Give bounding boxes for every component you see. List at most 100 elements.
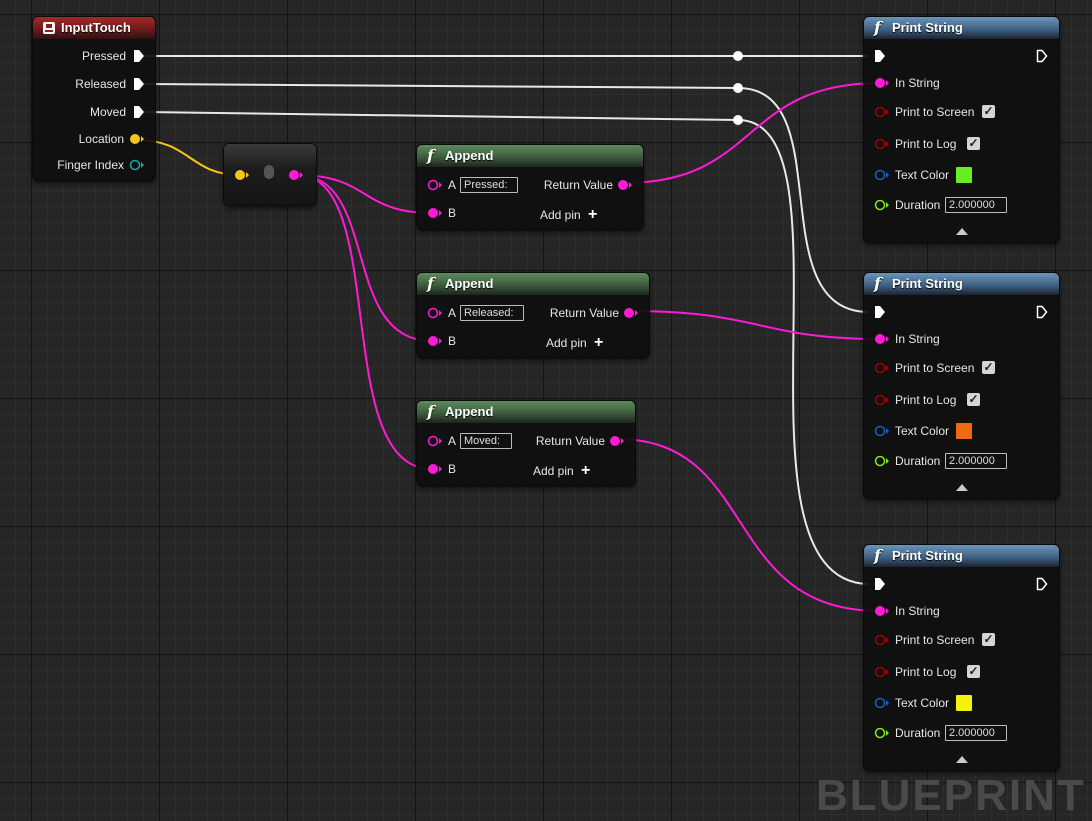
bool-pin-icon[interactable]	[874, 394, 890, 406]
pin-pressed[interactable]: Pressed	[33, 47, 155, 65]
duration-input[interactable]: 2.000000	[945, 197, 1007, 213]
string-pin-icon[interactable]	[617, 179, 633, 191]
text-color-swatch[interactable]	[956, 167, 972, 183]
pin-duration[interactable]: Duration 2.000000	[864, 724, 1059, 742]
pin-released[interactable]: Released	[33, 75, 155, 93]
bool-pin-icon[interactable]	[874, 138, 890, 150]
plus-icon[interactable]: +	[581, 463, 590, 479]
string-pin-icon[interactable]	[427, 435, 443, 447]
print-to-log-checkbox[interactable]: ✓	[967, 393, 980, 406]
print-string-header[interactable]: f Print String	[864, 17, 1059, 39]
add-pin-button[interactable]: Add pin	[533, 462, 574, 480]
string-pin-icon[interactable]	[874, 605, 890, 617]
print-string-header[interactable]: f Print String	[864, 545, 1059, 567]
pin-a[interactable]: A Moved: Return Value	[417, 432, 635, 450]
pin-print-to-screen[interactable]: Print to Screen ✓	[864, 631, 1059, 649]
collapse-arrow-icon[interactable]	[956, 484, 968, 491]
string-pin-icon[interactable]	[623, 307, 639, 319]
linear-color-pin-icon[interactable]	[874, 169, 890, 181]
print-to-screen-checkbox[interactable]: ✓	[982, 105, 995, 118]
collapse-arrow-icon[interactable]	[956, 756, 968, 763]
input-touch-header[interactable]: InputTouch	[33, 17, 155, 39]
pin-print-to-screen[interactable]: Print to Screen ✓	[864, 359, 1059, 377]
pin-b[interactable]: B Add pin +	[417, 204, 643, 224]
pin-finger-index[interactable]: Finger Index	[33, 156, 155, 174]
string-pin-icon[interactable]	[609, 435, 625, 447]
bool-pin-icon[interactable]	[874, 106, 890, 118]
plus-icon[interactable]: +	[594, 335, 603, 351]
print-string-node-3[interactable]: f Print String In String Print to Screen…	[864, 545, 1059, 770]
print-to-log-checkbox[interactable]: ✓	[967, 665, 980, 678]
pin-duration[interactable]: Duration 2.000000	[864, 452, 1059, 470]
linear-color-pin-icon[interactable]	[874, 425, 890, 437]
pin-print-to-log[interactable]: Print to Log ✓	[864, 663, 1059, 681]
pin-text-color[interactable]: Text Color	[864, 166, 1059, 184]
append-node-2[interactable]: f Append A Released: Return Value B Add …	[417, 273, 649, 357]
string-pin-icon[interactable]	[427, 463, 443, 475]
string-pin-icon[interactable]	[427, 335, 443, 347]
bool-pin-icon[interactable]	[874, 666, 890, 678]
pin-b[interactable]: B Add pin +	[417, 460, 635, 480]
reroute-knot-released[interactable]	[733, 83, 743, 93]
pin-b[interactable]: B Add pin +	[417, 332, 649, 352]
pin-text-color[interactable]: Text Color	[864, 694, 1059, 712]
vector-pin-icon[interactable]	[129, 133, 145, 145]
exec-out-icon[interactable]	[133, 77, 145, 91]
pin-a[interactable]: A Pressed: Return Value	[417, 176, 643, 194]
string-pin-icon[interactable]	[874, 333, 890, 345]
pin-duration[interactable]: Duration 2.000000	[864, 196, 1059, 214]
pin-text-color[interactable]: Text Color	[864, 422, 1059, 440]
duration-input[interactable]: 2.000000	[945, 725, 1007, 741]
string-out-pin-icon[interactable]	[288, 169, 304, 181]
text-color-swatch[interactable]	[956, 423, 972, 439]
conversion-node[interactable]	[224, 144, 316, 205]
print-string-node-1[interactable]: f Print String In String Print to Screen…	[864, 17, 1059, 242]
add-pin-button[interactable]: Add pin	[546, 334, 587, 352]
pin-in-string[interactable]: In String	[864, 602, 1059, 620]
string-pin-icon[interactable]	[427, 307, 443, 319]
print-string-header[interactable]: f Print String	[864, 273, 1059, 295]
float-pin-icon[interactable]	[874, 455, 890, 467]
float-pin-icon[interactable]	[874, 727, 890, 739]
print-to-screen-checkbox[interactable]: ✓	[982, 633, 995, 646]
append-header[interactable]: f Append	[417, 401, 635, 423]
pin-print-to-screen[interactable]: Print to Screen ✓	[864, 103, 1059, 121]
exec-out-icon[interactable]	[1036, 577, 1048, 591]
duration-input[interactable]: 2.000000	[945, 453, 1007, 469]
reroute-knot-pressed[interactable]	[733, 51, 743, 61]
exec-in-icon[interactable]	[874, 577, 886, 591]
exec-out-icon[interactable]	[1036, 49, 1048, 63]
pin-print-to-log[interactable]: Print to Log ✓	[864, 135, 1059, 153]
exec-in-icon[interactable]	[874, 49, 886, 63]
text-color-swatch[interactable]	[956, 695, 972, 711]
vector-in-pin-icon[interactable]	[234, 169, 250, 181]
float-pin-icon[interactable]	[874, 199, 890, 211]
print-string-node-2[interactable]: f Print String In String Print to Screen…	[864, 273, 1059, 498]
pin-a-value-input[interactable]: Released:	[460, 305, 524, 321]
exec-in-icon[interactable]	[874, 305, 886, 319]
pin-moved[interactable]: Moved	[33, 103, 155, 121]
print-to-screen-checkbox[interactable]: ✓	[982, 361, 995, 374]
string-pin-icon[interactable]	[427, 207, 443, 219]
add-pin-button[interactable]: Add pin	[540, 206, 581, 224]
pin-in-string[interactable]: In String	[864, 74, 1059, 92]
pin-print-to-log[interactable]: Print to Log ✓	[864, 391, 1059, 409]
collapse-arrow-icon[interactable]	[956, 228, 968, 235]
plus-icon[interactable]: +	[588, 207, 597, 223]
exec-out-icon[interactable]	[133, 49, 145, 63]
append-header[interactable]: f Append	[417, 145, 643, 167]
bool-pin-icon[interactable]	[874, 362, 890, 374]
bool-pin-icon[interactable]	[874, 634, 890, 646]
pin-in-string[interactable]: In String	[864, 330, 1059, 348]
pin-a-value-input[interactable]: Moved:	[460, 433, 512, 449]
pin-location[interactable]: Location	[33, 130, 155, 148]
pin-a[interactable]: A Released: Return Value	[417, 304, 649, 322]
linear-color-pin-icon[interactable]	[874, 697, 890, 709]
pin-a-value-input[interactable]: Pressed:	[460, 177, 518, 193]
print-to-log-checkbox[interactable]: ✓	[967, 137, 980, 150]
exec-out-icon[interactable]	[133, 105, 145, 119]
append-header[interactable]: f Append	[417, 273, 649, 295]
reroute-knot-moved[interactable]	[733, 115, 743, 125]
exec-out-icon[interactable]	[1036, 305, 1048, 319]
append-node-3[interactable]: f Append A Moved: Return Value B Add pin…	[417, 401, 635, 485]
